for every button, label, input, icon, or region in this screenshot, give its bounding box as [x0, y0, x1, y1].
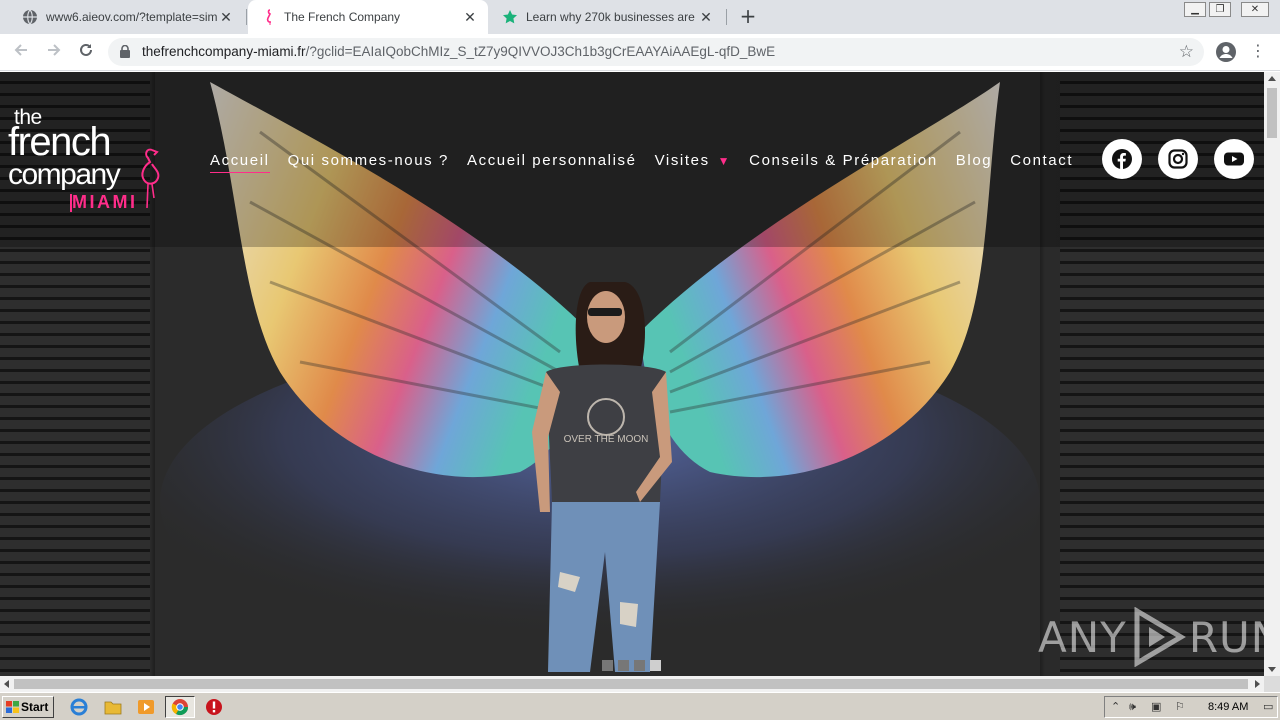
star-favicon-icon [503, 10, 517, 24]
browser-tab-aieov[interactable]: www6.aieov.com/?template=simple& ✕ [8, 0, 244, 34]
warning-stop-icon[interactable] [205, 698, 223, 716]
nav-item-visites[interactable]: Visites ▼ [655, 152, 732, 169]
tab-title: Learn why 270k businesses are using [526, 10, 698, 24]
tab-separator [726, 9, 727, 25]
taskbar-chrome-button[interactable] [165, 696, 195, 718]
facebook-link[interactable] [1102, 139, 1142, 179]
internet-explorer-icon[interactable] [70, 698, 88, 716]
nav-item-accueil-personnalise[interactable]: Accueil personnalisé [467, 152, 637, 169]
tab-title: www6.aieov.com/?template=simple& [46, 10, 218, 24]
flag-icon[interactable]: ⚐ [1175, 700, 1185, 713]
chrome-icon [171, 699, 189, 716]
tab-title: The French Company [284, 10, 401, 24]
browser-toolbar: thefrenchcompany-miami.fr/?gclid=EAIaIQo… [0, 34, 1280, 71]
instagram-icon [1168, 149, 1188, 169]
slider-dot[interactable] [634, 660, 645, 671]
profile-icon[interactable] [1215, 41, 1237, 63]
scroll-left-arrow-icon[interactable] [4, 680, 9, 688]
nav-item-contact[interactable]: Contact [1010, 152, 1073, 169]
speaker-icon[interactable]: 🕪 [1129, 700, 1136, 714]
watermark-text-any: ANY [1038, 612, 1127, 662]
windows-taskbar: Start ⌃ 🕪 ▣ ⚐ ▭ 8:49 AM [0, 692, 1280, 720]
logo-text-company: company [8, 158, 121, 191]
close-window-button[interactable]: ✕ [1241, 2, 1269, 17]
nav-item-conseils-preparation[interactable]: Conseils & Préparation [749, 152, 938, 169]
logo-text-miami: MIAMI [72, 192, 138, 212]
youtube-link[interactable] [1214, 139, 1254, 179]
slider-dot[interactable] [602, 660, 613, 671]
scroll-right-arrow-icon[interactable] [1255, 680, 1260, 688]
browser-tab-french-company[interactable]: The French Company ✕ [248, 0, 488, 34]
watermark-text-run: RUN [1188, 612, 1264, 662]
restore-button[interactable]: ❐ [1209, 2, 1231, 17]
tab-separator [246, 9, 247, 25]
media-player-icon[interactable] [137, 698, 155, 716]
taskbar-clock: 8:49 AM [1208, 701, 1249, 713]
arrow-left-icon [14, 44, 27, 56]
address-bar[interactable]: thefrenchcompany-miami.fr/?gclid=EAIaIQo… [108, 38, 1204, 66]
scrollbar-thumb[interactable] [1267, 88, 1277, 138]
main-navigation: Accueil Qui sommes-nous ? Accueil person… [210, 152, 1091, 173]
url-text: thefrenchcompany-miami.fr/?gclid=EAIaIQo… [142, 44, 775, 59]
play-triangle-icon [1134, 607, 1186, 667]
scroll-down-arrow-icon[interactable] [1268, 667, 1276, 672]
back-button[interactable] [9, 41, 33, 65]
reload-button[interactable] [74, 41, 98, 65]
windows-flag-icon [6, 701, 19, 713]
show-desktop-icon[interactable]: ▭ [1263, 700, 1273, 713]
nav-item-accueil[interactable]: Accueil [210, 152, 270, 173]
bookmark-star-icon[interactable]: ☆ [1179, 42, 1194, 62]
instagram-link[interactable] [1158, 139, 1198, 179]
flamingo-favicon-icon [266, 9, 272, 25]
slider-dot[interactable] [618, 660, 629, 671]
browser-tab-strip: www6.aieov.com/?template=simple& ✕ The F… [0, 0, 1280, 34]
nav-item-label: Visites [654, 152, 710, 169]
youtube-icon [1224, 152, 1244, 166]
start-label: Start [21, 700, 49, 714]
anyrun-watermark: ANY RUN [1038, 607, 1264, 667]
close-icon[interactable]: ✕ [218, 9, 234, 26]
folder-icon[interactable] [104, 698, 122, 716]
close-icon[interactable]: ✕ [698, 9, 714, 26]
arrow-right-icon [48, 44, 61, 56]
flamingo-icon [141, 148, 160, 209]
forward-button[interactable] [42, 41, 66, 65]
close-icon[interactable]: ✕ [462, 9, 478, 26]
lock-icon [120, 45, 130, 58]
slider-dot-active[interactable] [650, 660, 661, 671]
page-viewport: OVER THE MOON the french company MIAMI A… [0, 72, 1264, 676]
url-host: thefrenchcompany-miami.fr [142, 44, 306, 59]
site-logo[interactable]: the french company MIAMI [8, 106, 160, 214]
chevron-up-icon[interactable]: ⌃ [1111, 700, 1120, 713]
nav-item-blog[interactable]: Blog [956, 152, 992, 169]
scroll-up-arrow-icon[interactable] [1268, 76, 1276, 81]
caret-down-icon: ▼ [717, 154, 732, 168]
system-tray: ⌃ 🕪 ▣ ⚐ ▭ [1104, 696, 1278, 718]
start-button[interactable]: Start [2, 696, 54, 718]
facebook-icon [1112, 149, 1132, 169]
reload-icon [80, 43, 92, 56]
hero-slider: OVER THE MOON the french company MIAMI A… [0, 72, 1264, 676]
nav-item-qui-sommes-nous[interactable]: Qui sommes-nous ? [288, 152, 449, 169]
network-icon[interactable]: ▣ [1151, 700, 1161, 713]
scrollbar-thumb[interactable] [14, 679, 1248, 689]
minimize-button[interactable]: ▁ [1184, 2, 1206, 17]
browser-tab-learn[interactable]: Learn why 270k businesses are using ✕ [488, 0, 724, 34]
new-tab-button[interactable]: + [736, 5, 760, 29]
vertical-scrollbar[interactable] [1264, 72, 1280, 676]
shirt-print-text: OVER THE MOON [564, 434, 649, 445]
url-path: /?gclid=EAIaIQobChMIz_S_tZ7y9QIVVOJ3Ch1b… [305, 44, 776, 59]
horizontal-scrollbar[interactable] [0, 676, 1264, 692]
slider-dots [602, 660, 666, 671]
globe-icon [23, 9, 37, 25]
scrollbar-corner [1264, 676, 1280, 692]
browser-menu-icon[interactable]: ⋮ [1250, 42, 1266, 62]
